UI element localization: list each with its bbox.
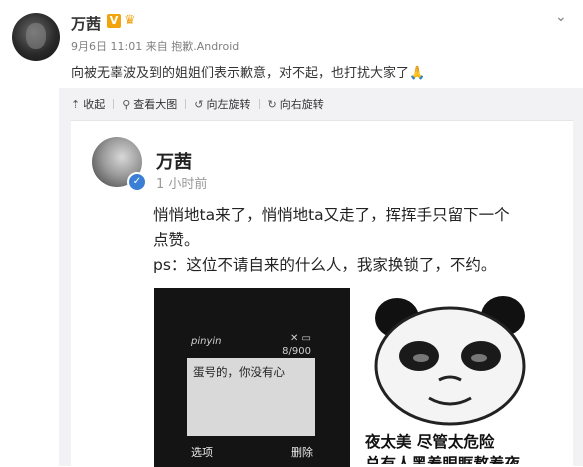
embedded-text-line: 悄悄地ta来了，悄悄地ta又走了，挥挥手只留下一个 <box>153 206 510 224</box>
phone-message-screen: 蛋号的，你没有心 <box>187 358 315 436</box>
rotate-left-button[interactable]: ↺ 向左旋转 <box>194 96 250 112</box>
meme-caption-1: 夜太美 尽管太危险 <box>365 433 495 451</box>
post-text: 向被无辜波及到的姐姐们表示歉意，对不起，也打扰大家了🙏 <box>71 62 425 81</box>
member-crown-icon: ♛ <box>124 13 136 28</box>
collapse-icon: ⇡ <box>71 97 81 111</box>
verified-v-badge-icon: V <box>107 14 121 28</box>
media-toolbar: ⇡ 收起 ⚲ 查看大图 ↺ 向左旋转 ↻ 向右旋转 <box>71 96 330 112</box>
view-large-button[interactable]: ⚲ 查看大图 <box>122 96 177 112</box>
view-large-label: 查看大图 <box>133 98 178 111</box>
embedded-timestamp: 1 小时前 <box>156 177 208 192</box>
embedded-text-line: ps：这位不请自来的什么人，我家换锁了，不约。 <box>153 256 497 274</box>
post-meta: 9月6日 11:01 来自 抱歉.Android <box>71 38 239 54</box>
collapse-label: 收起 <box>83 98 106 111</box>
pray-emoji-icon: 🙏 <box>409 66 426 81</box>
rotate-right-icon: ↻ <box>267 97 277 111</box>
embedded-post-text: 悄悄地ta来了，悄悄地ta又走了，挥挥手只留下一个 点赞。 ps：这位不请自来的… <box>153 203 553 278</box>
panda-meme-face-icon <box>374 296 526 426</box>
embedded-author-name: 万茜 <box>156 152 192 173</box>
meta-from-label: 来自 <box>145 40 168 53</box>
embedded-text-line: 点赞。 <box>153 231 200 249</box>
post-source: 抱歉.Android <box>171 40 240 53</box>
post-text-content: 向被无辜波及到的姐姐们表示歉意，对不起，也打扰大家了 <box>71 66 410 81</box>
verified-check-icon: ✓ <box>127 172 147 192</box>
toolbar-divider <box>185 99 187 109</box>
toolbar-divider <box>258 99 260 109</box>
rotate-left-icon: ↺ <box>194 97 204 111</box>
phone-right-softkey: 删除 <box>291 446 313 459</box>
collapse-button[interactable]: ⇡ 收起 <box>71 96 105 112</box>
phone-display: pinyin ✕ ▭ 8/900 蛋号的，你没有心 选项 删除 <box>187 332 315 459</box>
phone-photo: pinyin ✕ ▭ 8/900 蛋号的，你没有心 选项 删除 <box>154 288 350 467</box>
phone-message: 蛋号的，你没有心 <box>193 365 285 379</box>
rotate-right-label: 向右旋转 <box>279 98 324 111</box>
phone-brand: pinyin <box>191 336 222 347</box>
search-icon: ⚲ <box>122 97 131 111</box>
post-image[interactable]: ✓ 万茜 1 小时前 悄悄地ta来了，悄悄地ta又走了，挥挥手只留下一个 点赞。… <box>71 120 573 467</box>
panda-meme: 夜太美 尽管太危险 总有人黑着眼眶熬着夜 <box>357 288 541 467</box>
chevron-down-icon[interactable]: ⌄ <box>555 9 567 25</box>
rotate-left-label: 向左旋转 <box>206 98 251 111</box>
meme-caption-2: 总有人黑着眼眶熬着夜 <box>365 455 521 467</box>
author-name[interactable]: 万茜 <box>71 13 101 34</box>
phone-char-counter: 8/900 <box>282 346 311 357</box>
author-avatar[interactable] <box>12 13 60 61</box>
toolbar-divider <box>113 99 115 109</box>
phone-left-softkey: 选项 <box>191 446 213 459</box>
avatar-face <box>26 23 46 49</box>
post-date[interactable]: 9月6日 11:01 <box>71 40 142 53</box>
phone-status-icons: ✕ ▭ <box>289 333 311 344</box>
rotate-right-button[interactable]: ↻ 向右旋转 <box>268 96 324 112</box>
